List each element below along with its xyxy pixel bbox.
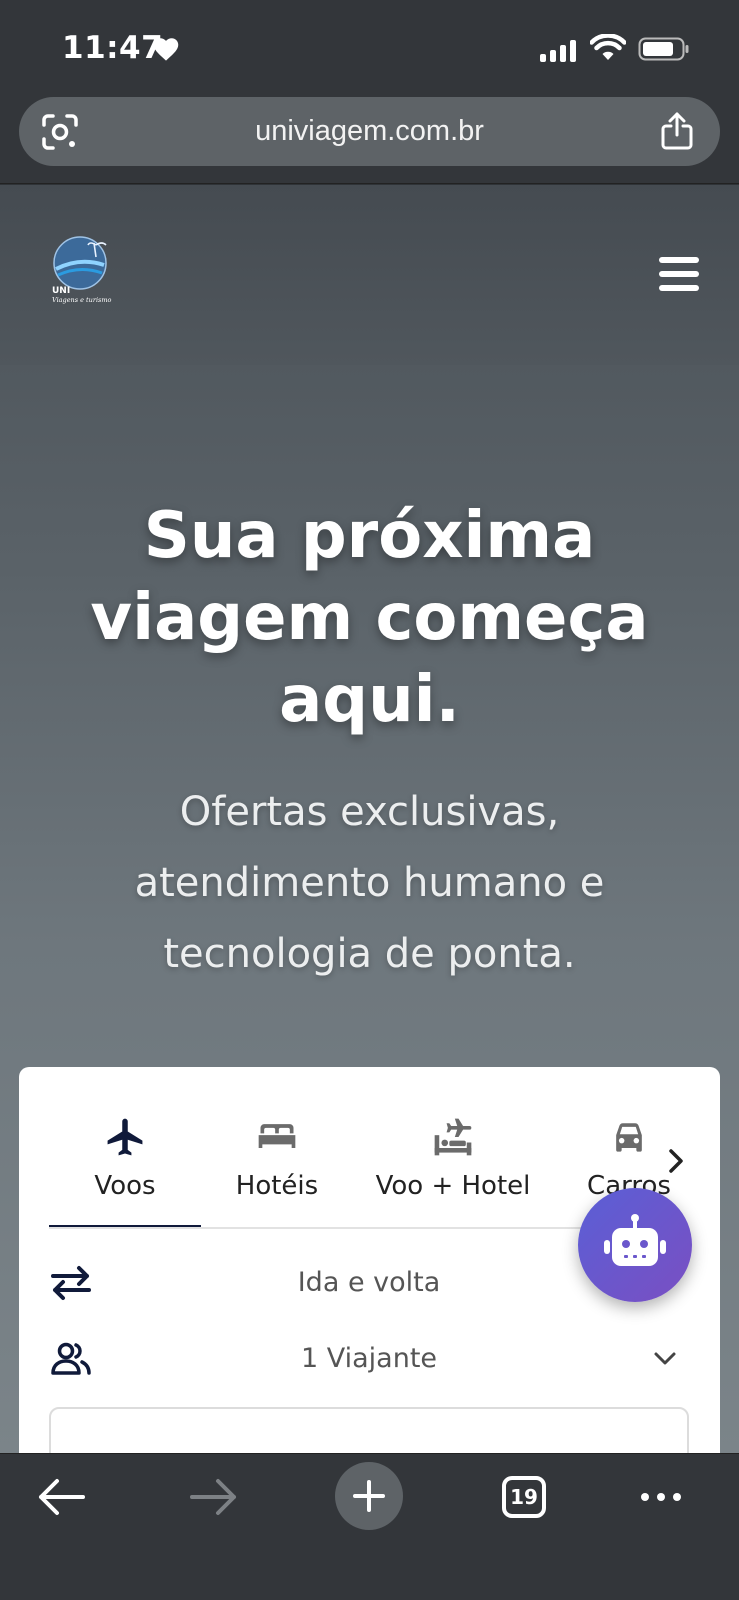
back-arrow-icon[interactable] (25, 1474, 95, 1534)
chatbot-button[interactable] (578, 1188, 692, 1302)
site-header: UNI Viagens e turismo (0, 185, 739, 365)
wifi-icon (590, 34, 626, 60)
hero-subtitle-line: atendimento humano e (134, 860, 605, 906)
chevron-right-icon[interactable] (664, 1145, 688, 1177)
new-tab-button[interactable] (335, 1462, 403, 1530)
hero-title: Sua próxima viagem começa aqui. (40, 495, 699, 741)
plus-icon (353, 1480, 385, 1512)
origin-input[interactable] (49, 1407, 689, 1453)
tab-flight-hotel[interactable]: Voo + Hotel (353, 1097, 553, 1227)
flight-hotel-icon (434, 1118, 472, 1156)
travelers-select[interactable]: 1 Viajante (49, 1329, 689, 1389)
tab-flights[interactable]: Voos (49, 1097, 201, 1227)
tab-switcher-button[interactable]: 19 (502, 1476, 546, 1518)
address-bar[interactable]: univiagem.com.br (19, 97, 720, 166)
status-time: 11:47 (62, 30, 164, 66)
hero-subtitle: Ofertas exclusivas, atendimento humano e… (70, 777, 669, 990)
tab-label: Hotéis (235, 1171, 319, 1201)
hero-subtitle-line: Ofertas exclusivas, (179, 789, 560, 835)
hero-title-line: Sua próxima (143, 499, 596, 573)
status-bar: 11:47 (0, 0, 739, 94)
forward-arrow-icon[interactable] (180, 1474, 250, 1534)
hero-title-line: viagem começa (90, 581, 649, 655)
more-options-icon[interactable] (628, 1474, 698, 1534)
tab-label: Voo + Hotel (375, 1171, 531, 1201)
bed-icon (258, 1124, 296, 1148)
hero-subtitle-line: tecnologia de ponta. (163, 931, 576, 977)
robot-icon (604, 1214, 666, 1266)
share-icon[interactable] (660, 111, 694, 151)
hero-title-line: aqui. (279, 663, 460, 737)
cellular-signal-icon (540, 38, 576, 62)
travelers-value: 1 Viajante (300, 1343, 438, 1374)
browser-address-area: univiagem.com.br (0, 94, 739, 184)
browser-toolbar: 19 (0, 1453, 739, 1600)
car-icon (616, 1123, 642, 1152)
site-logo[interactable]: UNI Viagens e turismo (48, 235, 118, 305)
svg-text:Viagens e turismo: Viagens e turismo (52, 296, 112, 304)
plane-icon (107, 1118, 143, 1156)
svg-text:UNI: UNI (52, 286, 70, 296)
url-text[interactable]: univiagem.com.br (19, 115, 720, 148)
tab-hotels[interactable]: Hotéis (201, 1097, 353, 1227)
tab-label: Voos (94, 1171, 156, 1201)
heart-icon (153, 38, 179, 61)
hamburger-menu-icon[interactable] (659, 257, 699, 291)
chevron-down-icon (654, 1352, 676, 1365)
battery-icon (638, 37, 689, 61)
